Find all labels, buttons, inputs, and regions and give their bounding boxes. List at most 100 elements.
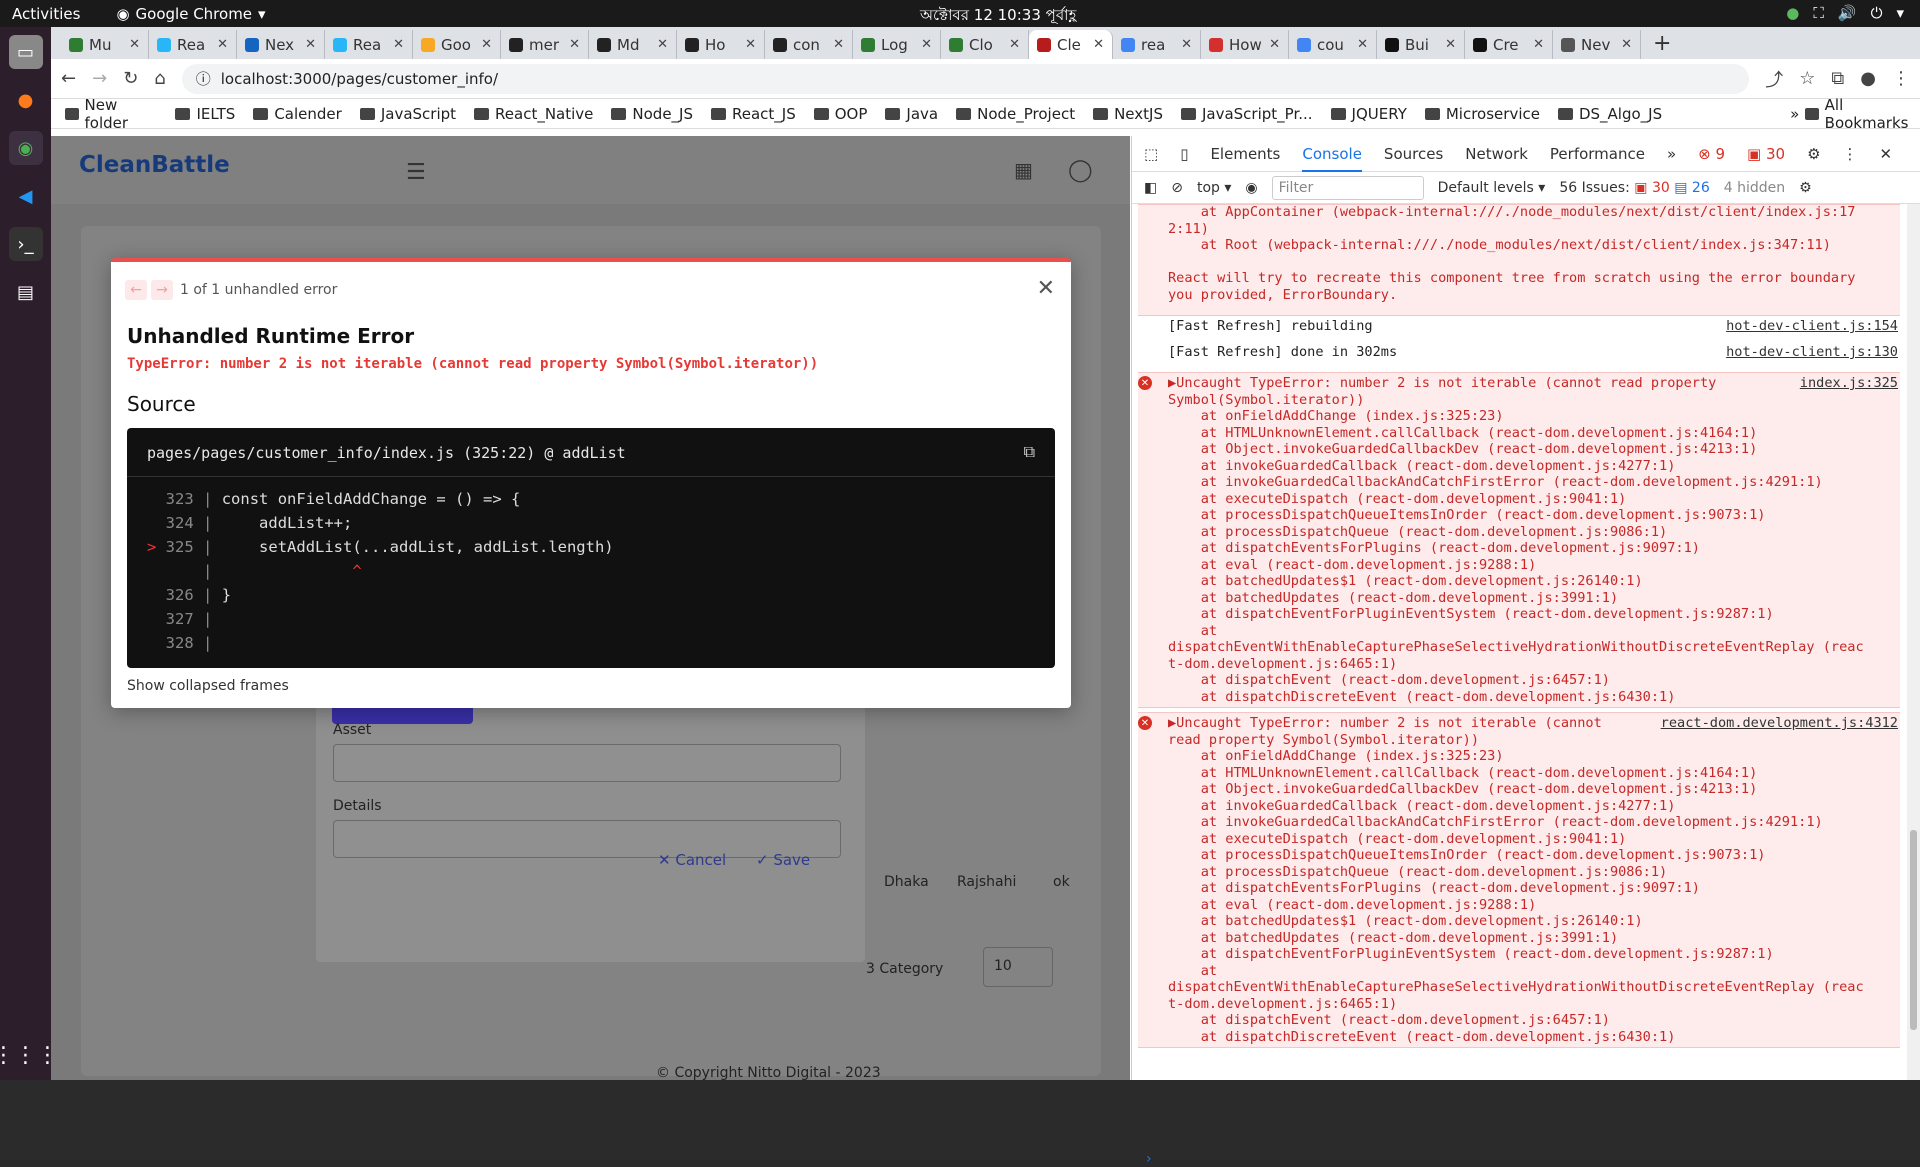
save-button[interactable]: ✓ Save xyxy=(756,851,810,869)
tab-sources[interactable]: Sources xyxy=(1384,145,1443,163)
bookmark-item[interactable]: New folder xyxy=(65,96,157,132)
browser-tab[interactable]: Goo ✕ xyxy=(413,30,501,59)
close-tab-icon[interactable]: ✕ xyxy=(1445,37,1456,52)
app-grid-icon[interactable]: ⋮⋮⋮ xyxy=(0,1043,59,1068)
source-link[interactable]: index.js:325 xyxy=(1800,375,1898,392)
close-tab-icon[interactable]: ✕ xyxy=(481,37,492,52)
app-logo[interactable]: CleanBattle xyxy=(79,152,230,178)
close-tab-icon[interactable]: ✕ xyxy=(393,37,404,52)
stack-frame[interactable]: at batchedUpdates$1 (react-dom.developme… xyxy=(1138,913,1900,930)
stack-frame[interactable]: at dispatchEventsForPlugins (react-dom.d… xyxy=(1138,880,1900,897)
close-tab-icon[interactable]: ✕ xyxy=(217,37,228,52)
stack-frame[interactable]: at invokeGuardedCallbackAndCatchFirstErr… xyxy=(1138,474,1900,491)
browser-tab[interactable]: How ✕ xyxy=(1201,30,1289,59)
stack-frame[interactable]: at invokeGuardedCallbackAndCatchFirstErr… xyxy=(1138,814,1900,831)
browser-tab[interactable]: rea ✕ xyxy=(1113,30,1201,59)
stack-frame[interactable]: at Object.invokeGuardedCallbackDev (reac… xyxy=(1138,441,1900,458)
browser-tab[interactable]: con ✕ xyxy=(765,30,853,59)
menu-icon[interactable]: ⋮ xyxy=(1892,68,1910,89)
more-tabs-icon[interactable]: » xyxy=(1667,145,1676,163)
close-tab-icon[interactable]: ✕ xyxy=(305,37,316,52)
stack-frame[interactable]: at invokeGuardedCallback (react-dom.deve… xyxy=(1138,798,1900,815)
close-tab-icon[interactable]: ✕ xyxy=(129,37,140,52)
filter-input[interactable]: Filter xyxy=(1271,175,1424,200)
stack-frame[interactable]: at onFieldAddChange (index.js:325:23) xyxy=(1138,408,1900,425)
more-icon[interactable]: ⋮ xyxy=(1843,145,1858,163)
stack-frame[interactable]: at executeDispatch (react-dom.developmen… xyxy=(1138,491,1900,508)
bookmark-item[interactable]: Node_Project xyxy=(956,105,1075,123)
stack-frame[interactable]: at invokeGuardedCallback (react-dom.deve… xyxy=(1138,458,1900,475)
inspect-icon[interactable]: ⬚ xyxy=(1144,145,1158,163)
close-tab-icon[interactable]: ✕ xyxy=(1357,37,1368,52)
forward-icon[interactable]: → xyxy=(92,68,107,89)
close-tab-icon[interactable]: ✕ xyxy=(657,37,668,52)
tab-elements[interactable]: Elements xyxy=(1210,145,1280,163)
bookmark-item[interactable]: Calender xyxy=(253,105,342,123)
settings-icon[interactable]: ⚙ xyxy=(1807,145,1820,163)
prev-error-icon[interactable]: ← xyxy=(125,280,147,300)
bookmark-item[interactable]: DS_Algo_JS xyxy=(1557,105,1662,123)
stack-frame[interactable]: at processDispatchQueue (react-dom.devel… xyxy=(1138,864,1900,881)
code-file-path[interactable]: pages/pages/customer_info/index.js (325:… xyxy=(147,444,626,462)
stack-frame[interactable]: at Object.invokeGuardedCallbackDev (reac… xyxy=(1138,781,1900,798)
bookmark-item[interactable]: Microservice xyxy=(1424,105,1540,123)
browser-tab[interactable]: mer ✕ xyxy=(501,30,589,59)
stack-frame[interactable]: at dispatchEvent (react-dom.development.… xyxy=(1138,1012,1900,1029)
firefox-icon[interactable]: ● xyxy=(9,83,43,117)
more-bookmarks-icon[interactable]: » xyxy=(1790,105,1799,123)
stack-frame[interactable]: at processDispatchQueueItemsInOrder (rea… xyxy=(1138,507,1900,524)
close-tab-icon[interactable]: ✕ xyxy=(1009,37,1020,52)
close-devtools-icon[interactable]: ✕ xyxy=(1880,145,1893,163)
site-info-icon[interactable]: ⓘ xyxy=(196,68,211,89)
stack-frame[interactable]: at dispatchEventsForPlugins (react-dom.d… xyxy=(1138,540,1900,557)
stack-frame[interactable]: at onFieldAddChange (index.js:325:23) xyxy=(1138,748,1900,765)
stack-frame[interactable]: at dispatchEventForPluginEventSystem (re… xyxy=(1138,606,1900,623)
star-icon[interactable]: ☆ xyxy=(1799,68,1815,89)
error-header[interactable]: ▶Uncaught TypeError: number 2 is not ite… xyxy=(1138,375,1900,392)
close-tab-icon[interactable]: ✕ xyxy=(1533,37,1544,52)
browser-tab[interactable]: Log ✕ xyxy=(853,30,941,59)
browser-tab[interactable]: Cle ✕ xyxy=(1029,30,1113,59)
error-count-badge[interactable]: ⊗ 9 xyxy=(1698,145,1725,163)
all-bookmarks[interactable]: » All Bookmarks xyxy=(1790,96,1920,132)
bookmark-item[interactable]: NextJS xyxy=(1093,105,1163,123)
browser-tab[interactable]: Mu ✕ xyxy=(61,30,149,59)
browser-tab[interactable]: cou ✕ xyxy=(1289,30,1377,59)
scrollbar-thumb[interactable] xyxy=(1910,830,1917,1030)
close-tab-icon[interactable]: ✕ xyxy=(833,37,844,52)
stack-frame[interactable]: t-dom.development.js:6465:1) xyxy=(1138,656,1900,673)
reader-icon[interactable]: ▤ xyxy=(9,275,43,309)
stack-frame[interactable]: at HTMLUnknownElement.callCallback (reac… xyxy=(1138,765,1900,782)
extensions-icon[interactable]: ⧉ xyxy=(1831,68,1844,89)
close-icon[interactable]: ✕ xyxy=(1037,276,1055,301)
reload-icon[interactable]: ↻ xyxy=(123,68,138,89)
files-icon[interactable]: ▭ xyxy=(8,35,43,69)
close-tab-icon[interactable]: ✕ xyxy=(1093,37,1104,52)
bookmark-item[interactable]: OOP xyxy=(813,105,867,123)
close-tab-icon[interactable]: ✕ xyxy=(1269,37,1280,52)
stack-frame[interactable]: at batchedUpdates (react-dom.development… xyxy=(1138,930,1900,947)
browser-tab[interactable]: Nev ✕ xyxy=(1553,30,1641,59)
bookmark-item[interactable]: React_Native xyxy=(474,105,593,123)
browser-tab[interactable]: Nex ✕ xyxy=(237,30,325,59)
stack-frame[interactable]: at batchedUpdates$1 (react-dom.developme… xyxy=(1138,573,1900,590)
stack-frame[interactable]: at eval (react-dom.development.js:9288:1… xyxy=(1138,897,1900,914)
activities-button[interactable]: Activities xyxy=(12,5,80,23)
stack-frame[interactable]: dispatchEventWithEnableCapturePhaseSelec… xyxy=(1138,639,1900,656)
system-tray[interactable]: ● ⛶ 🔊 ⏻ ▾ xyxy=(1786,4,1904,22)
close-tab-icon[interactable]: ✕ xyxy=(745,37,756,52)
tab-network[interactable]: Network xyxy=(1465,145,1528,163)
browser-tab[interactable]: Bui ✕ xyxy=(1377,30,1465,59)
tab-performance[interactable]: Performance xyxy=(1550,145,1645,163)
tab-console[interactable]: Console xyxy=(1302,145,1362,172)
console-settings-icon[interactable]: ⚙ xyxy=(1799,180,1812,196)
sidebar-toggle-icon[interactable]: ◧ xyxy=(1144,180,1157,196)
stack-frame[interactable]: at dispatchEventForPluginEventSystem (re… xyxy=(1138,946,1900,963)
browser-tab[interactable]: Cre ✕ xyxy=(1465,30,1553,59)
show-collapsed-frames-button[interactable]: Show collapsed frames xyxy=(127,678,289,694)
next-error-icon[interactable]: → xyxy=(151,280,173,300)
stack-frame[interactable]: at batchedUpdates (react-dom.development… xyxy=(1138,590,1900,607)
close-tab-icon[interactable]: ✕ xyxy=(921,37,932,52)
address-bar[interactable]: ⓘ localhost:3000/pages/customer_info/ xyxy=(181,63,1750,94)
stack-frame[interactable]: at dispatchDiscreteEvent (react-dom.deve… xyxy=(1138,1029,1900,1046)
